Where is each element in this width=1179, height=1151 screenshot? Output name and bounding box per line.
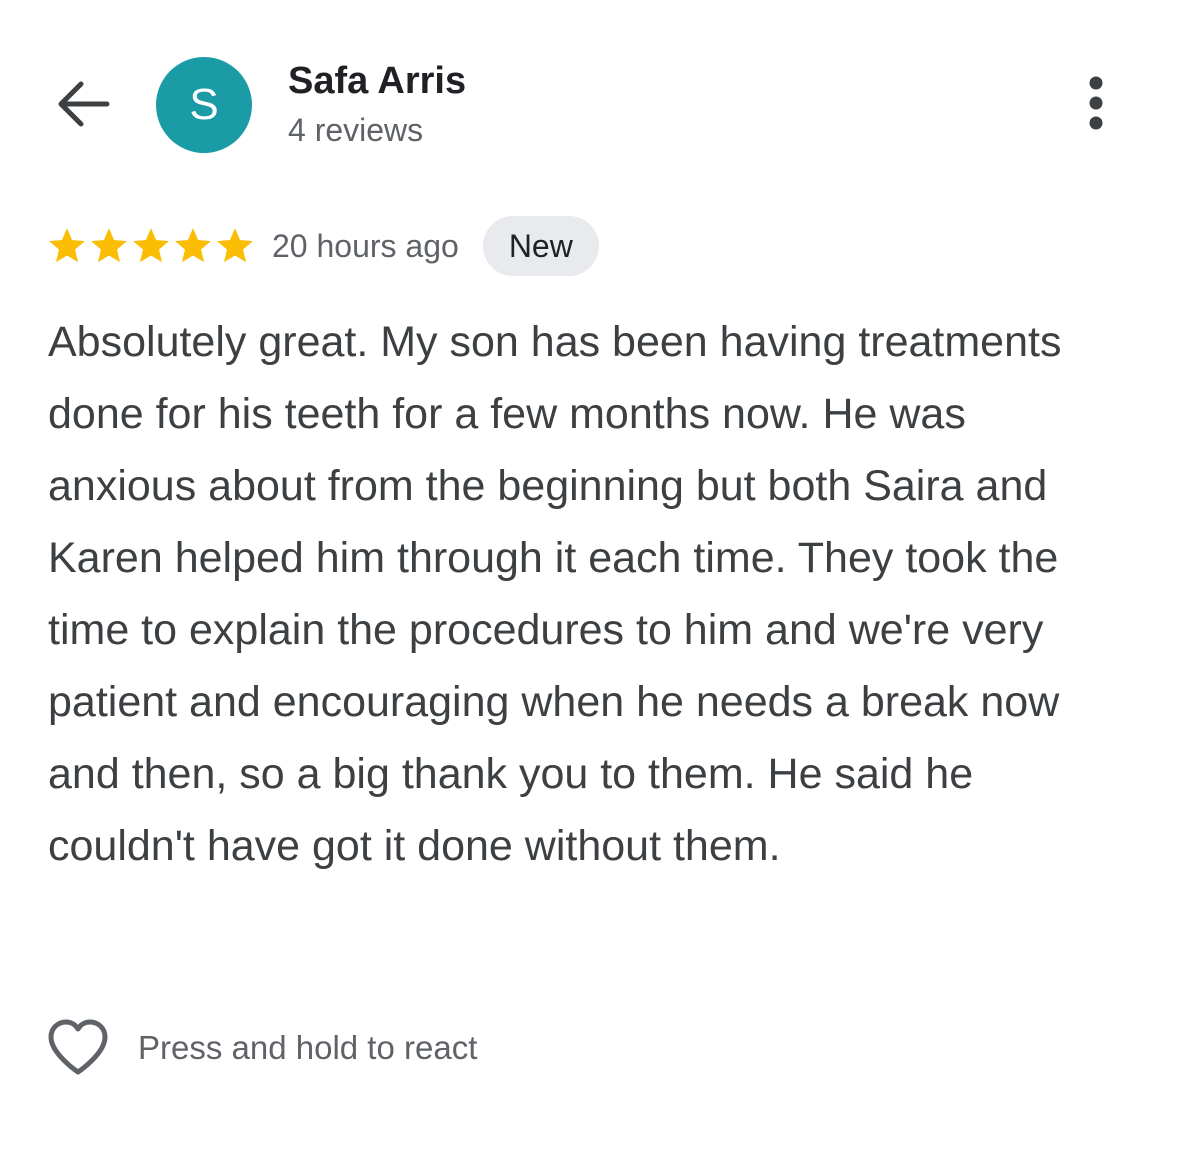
react-button[interactable]: Press and hold to react (46, 1016, 477, 1080)
more-vert-icon (1086, 75, 1106, 136)
reviewer-name[interactable]: Safa Arris (288, 58, 466, 104)
star-icon (133, 228, 169, 263)
heart-outline-icon (46, 1018, 110, 1078)
reviewer-review-count: 4 reviews (288, 112, 424, 148)
star-icon (217, 228, 253, 263)
more-options-button[interactable] (1068, 72, 1124, 138)
star-icon (49, 228, 85, 263)
rating-row: 20 hours ago New (46, 216, 599, 276)
react-label: Press and hold to react (138, 1029, 478, 1066)
review-text: Absolutely great. My son has been having… (48, 318, 1062, 870)
new-badge: New (482, 216, 599, 276)
review-time: 20 hours ago (272, 227, 459, 264)
avatar[interactable]: S (156, 57, 252, 153)
star-icon (91, 228, 127, 263)
back-button[interactable] (52, 74, 116, 138)
arrow-back-icon (57, 80, 111, 133)
avatar-letter: S (189, 80, 219, 129)
star-icon (175, 228, 211, 263)
star-rating (46, 225, 256, 267)
